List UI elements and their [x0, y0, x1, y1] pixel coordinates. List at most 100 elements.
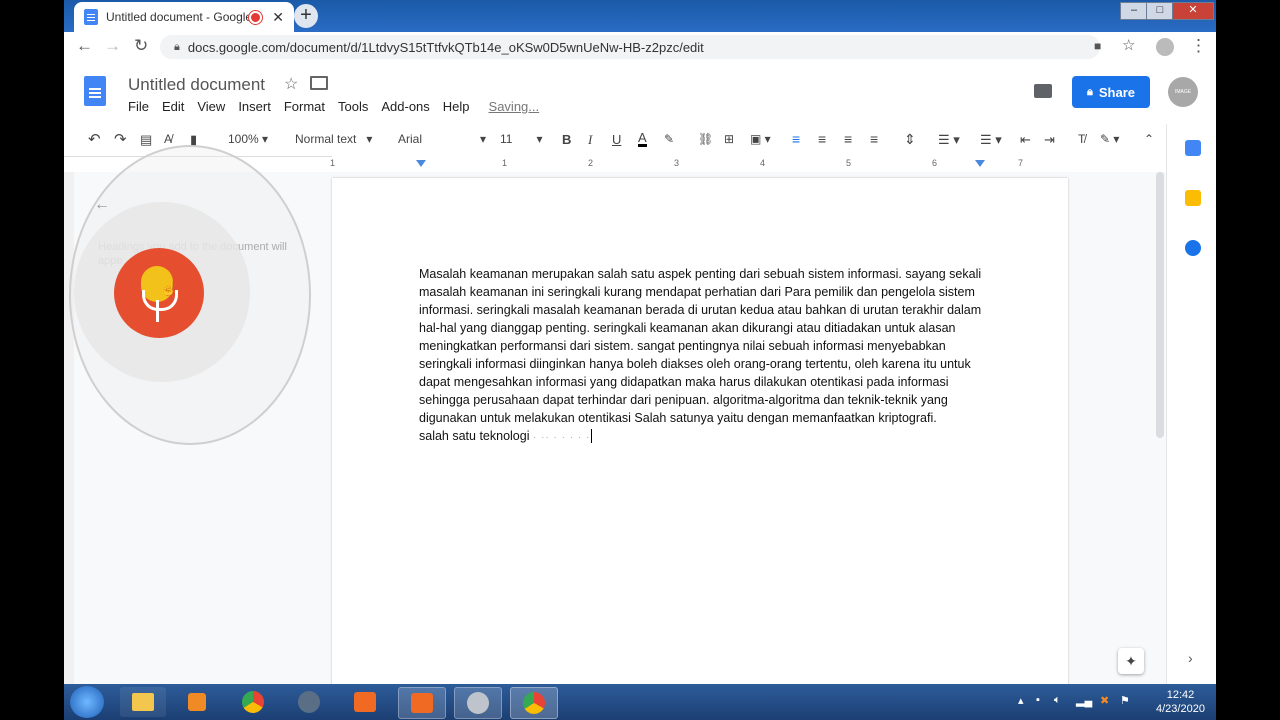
collapse-toolbar-icon[interactable]: ⌃	[1144, 132, 1154, 146]
paragraph[interactable]: Masalah keamanan merupakan salah satu as…	[419, 265, 999, 427]
redo-icon[interactable]: ↷	[114, 130, 127, 148]
lock-icon: 🔒︎	[1087, 85, 1093, 98]
document-body[interactable]: Masalah keamanan merupakan salah satu as…	[419, 265, 999, 447]
ruler[interactable]: 1 1 2 3 4 5 6 7	[330, 156, 1166, 173]
align-right-icon[interactable]: ≡	[844, 131, 852, 147]
size-select[interactable]: 11 ▾	[500, 132, 543, 146]
menu-edit[interactable]: Edit	[162, 99, 184, 114]
back-icon[interactable]: ←	[76, 36, 93, 56]
ruler-mark: 6	[932, 158, 938, 168]
media-player-taskbar-icon[interactable]	[174, 687, 220, 717]
profile-icon[interactable]	[1156, 38, 1174, 56]
toolbar: ↶ ↷ ▤ A̸ ▮ 100% ▾ Normal text ▾ Arial ▾ 1…	[64, 124, 1166, 157]
omnibox[interactable]: 🔒︎ docs.google.com/document/d/1LtdvyS15t…	[160, 35, 1100, 59]
app-taskbar-icon[interactable]	[286, 687, 332, 717]
highlight-icon[interactable]: ✎	[664, 132, 674, 146]
docs-logo-icon[interactable]	[84, 76, 106, 106]
italic-button[interactable]: I	[588, 132, 592, 148]
folder-icon[interactable]	[310, 76, 328, 90]
align-center-icon[interactable]: ≡	[818, 131, 826, 147]
numbered-list-icon[interactable]: ☰ ▾	[938, 132, 960, 148]
insert-comment-icon[interactable]: ⊞	[724, 132, 734, 146]
tray-expand-icon[interactable]: ▴	[1018, 694, 1024, 707]
paragraph-text: salah satu teknologi	[419, 429, 530, 443]
forward-icon[interactable]: →	[104, 36, 121, 56]
share-button[interactable]: 🔒︎ Share	[1072, 76, 1150, 108]
menu-insert[interactable]: Insert	[238, 99, 271, 114]
print-icon[interactable]: ▤	[140, 132, 152, 148]
clock-time: 12:42	[1166, 689, 1195, 701]
minimize-button[interactable]: –	[1120, 2, 1148, 20]
vertical-scrollbar[interactable]	[1156, 172, 1164, 438]
ruler-mark: 5	[846, 158, 852, 168]
bullet-list-icon[interactable]: ☰ ▾	[980, 132, 1002, 148]
align-left-icon[interactable]: ≡	[792, 131, 800, 147]
star-icon[interactable]: ☆	[284, 74, 298, 94]
undo-icon[interactable]: ↶	[88, 130, 101, 148]
side-panel-expand-icon[interactable]: ›	[1188, 650, 1193, 666]
menu-format[interactable]: Format	[284, 99, 325, 114]
left-indent-marker[interactable]	[416, 160, 426, 167]
clear-format-icon[interactable]: T̸	[1078, 132, 1085, 146]
reload-icon[interactable]: ↻	[134, 36, 148, 56]
style-select[interactable]: Normal text ▾	[295, 132, 372, 146]
menu-help[interactable]: Help	[443, 99, 470, 114]
tasks-icon[interactable]	[1185, 240, 1201, 256]
screen: Untitled document - Google ✕ + – □ ✕ ← →…	[64, 0, 1216, 720]
text-color-button[interactable]: A	[638, 131, 647, 147]
calendar-icon[interactable]	[1185, 140, 1201, 156]
start-button[interactable]	[70, 686, 104, 718]
tab-close-button[interactable]: ✕	[272, 9, 284, 26]
bookmark-star-icon[interactable]: ☆	[1122, 36, 1135, 54]
window-close-button[interactable]: ✕	[1172, 2, 1214, 20]
bold-button[interactable]: B	[562, 132, 571, 147]
insert-image-icon[interactable]: ▣ ▾	[750, 132, 771, 146]
network-icon[interactable]: ▂▄	[1076, 694, 1092, 707]
menu-view[interactable]: View	[197, 99, 225, 114]
camera-icon[interactable]: ■	[1094, 39, 1101, 53]
new-tab-button[interactable]: +	[294, 4, 318, 28]
decrease-indent-icon[interactable]: ⇤	[1020, 132, 1031, 148]
chrome-taskbar-icon[interactable]	[230, 687, 276, 717]
recorder-taskbar-icon[interactable]	[342, 687, 388, 717]
taskbar: ▴ ▪ 🔈︎ ▂▄ ✖ ⚑ 12:42 4/23/2020	[64, 684, 1216, 720]
keep-icon[interactable]	[1185, 190, 1201, 206]
recording-icon	[249, 10, 263, 24]
tray-recorder-icon[interactable]: ✖	[1100, 694, 1109, 707]
increase-indent-icon[interactable]: ⇥	[1044, 132, 1055, 148]
line-spacing-icon[interactable]: ⇕	[904, 131, 916, 148]
avatar[interactable]: IMAGE	[1168, 77, 1198, 107]
zoom-select[interactable]: 100% ▾	[228, 132, 268, 146]
link-icon[interactable]: ⛓	[698, 132, 713, 146]
tab-title: Untitled document - Google	[106, 10, 250, 24]
browser-tab[interactable]: Untitled document - Google ✕	[74, 2, 294, 32]
justify-icon[interactable]: ≡	[870, 131, 878, 147]
clock[interactable]: 12:42 4/23/2020	[1156, 688, 1205, 716]
explore-button[interactable]: ✦	[1118, 648, 1144, 674]
zoom-value: 100%	[228, 132, 259, 146]
tray-app-icon[interactable]: ▪	[1036, 694, 1040, 706]
menu-addons[interactable]: Add-ons	[381, 99, 429, 114]
right-indent-marker[interactable]	[975, 160, 985, 167]
menu-file[interactable]: File	[128, 99, 149, 114]
paragraph[interactable]: salah satu teknologi · ·· · · · · ·	[419, 427, 999, 447]
ruler-mark: 7	[1018, 158, 1024, 168]
font-select[interactable]: Arial ▾	[398, 132, 486, 146]
menu-dots-icon[interactable]: ⋮	[1190, 36, 1207, 56]
explorer-taskbar-icon[interactable]	[120, 687, 166, 717]
underline-button[interactable]: U	[612, 132, 621, 147]
chrome-active-taskbar-icon[interactable]	[510, 687, 558, 719]
ruler-mark: 2	[588, 158, 594, 168]
document-title[interactable]: Untitled document	[128, 75, 265, 95]
recorder-active-taskbar-icon[interactable]	[398, 687, 446, 719]
disc-taskbar-icon[interactable]	[454, 687, 502, 719]
volume-icon[interactable]: 🔈︎	[1054, 694, 1061, 707]
menu-tools[interactable]: Tools	[338, 99, 368, 114]
maximize-button[interactable]: □	[1146, 2, 1174, 20]
ruler-mark: 1	[330, 158, 336, 168]
editing-mode-icon[interactable]: ✎ ▾	[1100, 132, 1119, 146]
voice-typing-placeholder: · ·· · · · · ·	[532, 432, 591, 443]
flag-icon[interactable]: ⚑	[1120, 694, 1130, 707]
spellcheck-icon[interactable]: A̸	[164, 132, 172, 146]
comment-icon[interactable]	[1034, 84, 1052, 98]
